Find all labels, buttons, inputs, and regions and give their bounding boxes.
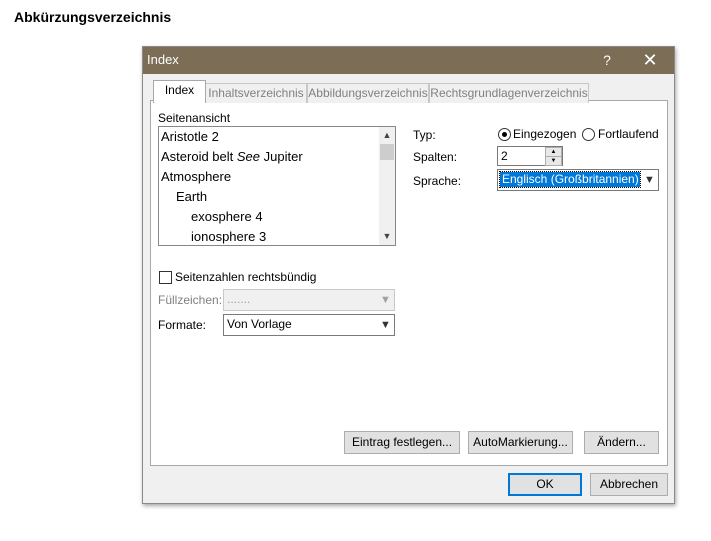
tab-table-of-contents[interactable]: Inhaltsverzeichnis [205, 83, 307, 103]
index-dialog: Index ? ✕ Index Inhaltsverzeichnis Abbil… [142, 46, 675, 504]
columns-label: Spalten: [413, 150, 458, 164]
radio-dot [502, 132, 507, 137]
tab-table-of-authorities[interactable]: Rechtsgrundlagenverzeichnis [429, 83, 589, 103]
automark-button[interactable]: AutoMarkierung... [468, 431, 573, 454]
columns-spinner[interactable]: 2 ▲ ▼ [497, 146, 563, 166]
chevron-down-icon[interactable]: ▼ [379, 228, 395, 245]
chevron-down-icon[interactable]: ▼ [377, 290, 394, 310]
tab-table-of-figures[interactable]: Abbildungsverzeichnis [307, 83, 429, 103]
list-item-prefix: Asteroid belt [161, 149, 237, 164]
dialog-title: Index [147, 52, 179, 67]
type-runin-radio[interactable] [582, 128, 595, 141]
list-item: ionosphere 3 [191, 229, 267, 244]
help-button[interactable]: ? [595, 49, 619, 71]
spin-down-icon[interactable]: ▼ [545, 156, 562, 166]
formats-value: Von Vorlage [227, 317, 292, 331]
type-indented-label: Eingezogen [513, 127, 577, 141]
right-align-checkbox[interactable] [159, 271, 172, 284]
list-item: exosphere 4 [191, 209, 263, 224]
formats-label: Formate: [158, 318, 207, 332]
preview-scrollbar[interactable]: ▲ ▼ [379, 127, 395, 245]
type-runin-label: Fortlaufend [598, 127, 659, 141]
list-item: Earth [176, 189, 208, 204]
language-label: Sprache: [413, 174, 462, 188]
tab-leader-label: Füllzeichen: [158, 293, 223, 307]
print-preview-list[interactable]: Aristotle 2 Asteroid belt See Jupiter At… [158, 126, 396, 246]
preview-label: Seitenansicht [158, 111, 231, 125]
close-button[interactable]: ✕ [637, 49, 663, 71]
formats-select[interactable]: Von Vorlage ▼ [223, 314, 395, 336]
list-item-see: See [236, 149, 261, 164]
modify-button[interactable]: Ändern... [584, 431, 659, 454]
mark-entry-button[interactable]: Eintrag festlegen... [344, 431, 460, 454]
chevron-up-icon[interactable]: ▲ [379, 127, 395, 144]
list-item: Asteroid belt See Jupiter [161, 149, 303, 164]
columns-value: 2 [501, 149, 508, 163]
dialog-titlebar: Index ? ✕ [143, 47, 674, 74]
tab-index[interactable]: Index [153, 80, 206, 103]
list-item: Aristotle 2 [161, 129, 219, 144]
ok-button[interactable]: OK [508, 473, 582, 496]
language-select[interactable]: Englisch (Großbritannien) ▼ [497, 169, 659, 191]
tab-leader-value: ....... [227, 292, 251, 306]
list-item-suffix: Jupiter [260, 149, 303, 164]
document-heading: Abkürzungsverzeichnis [14, 9, 172, 25]
scroll-thumb[interactable] [380, 144, 394, 160]
right-align-label: Seitenzahlen rechtsbündig [175, 270, 317, 284]
tab-leader-select[interactable]: ....... ▼ [223, 289, 395, 311]
language-value: Englisch (Großbritannien) [499, 171, 641, 188]
chevron-down-icon[interactable]: ▼ [641, 170, 658, 190]
type-label: Typ: [413, 128, 436, 142]
chevron-down-icon[interactable]: ▼ [377, 315, 394, 335]
cancel-button[interactable]: Abbrechen [590, 473, 668, 496]
type-indented-radio[interactable] [498, 128, 511, 141]
list-item: Atmosphere [161, 169, 232, 184]
